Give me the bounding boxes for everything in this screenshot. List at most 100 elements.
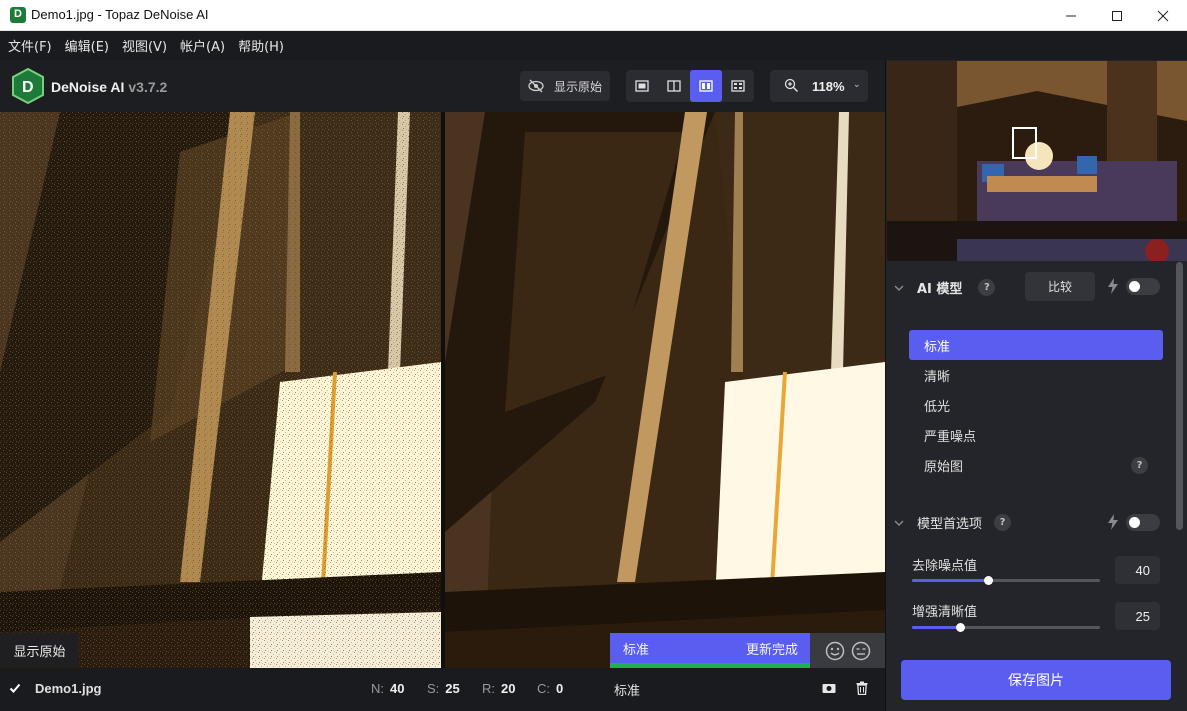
model-item-low-light[interactable]: 低光 bbox=[909, 390, 1163, 420]
neutral-face-icon[interactable] bbox=[851, 641, 871, 661]
model-item-severe-noise[interactable]: 严重噪点 bbox=[909, 420, 1163, 450]
panel-scrollbar[interactable] bbox=[1176, 262, 1183, 530]
original-preview[interactable] bbox=[0, 112, 441, 668]
svg-text:D: D bbox=[22, 79, 34, 96]
menu-bar: 文件(F) 编辑(E) 视图(V) 帐户(A) 帮助(H) bbox=[0, 31, 1187, 60]
app-version: v3.7.2 bbox=[128, 79, 168, 95]
single-view-button[interactable] bbox=[626, 70, 658, 102]
split-view-icon bbox=[667, 80, 681, 92]
model-label-severe-noise: 严重噪点 bbox=[924, 429, 977, 445]
bottom-model-name: 标准 bbox=[614, 684, 641, 699]
trash-icon[interactable] bbox=[856, 681, 868, 695]
navigator-viewport-box[interactable] bbox=[1012, 127, 1037, 159]
model-label-low-light: 低光 bbox=[924, 399, 951, 415]
overlay-status-text: 更新完成 bbox=[745, 643, 798, 658]
compare-button[interactable]: 比较 bbox=[1025, 272, 1095, 301]
model-item-standard[interactable]: 标准 bbox=[909, 330, 1163, 360]
noise-slider-fill bbox=[912, 579, 988, 582]
model-label-standard: 标准 bbox=[924, 339, 951, 355]
brand: DeNoise AI v3.7.2 bbox=[51, 79, 167, 95]
app-icon bbox=[10, 7, 26, 23]
overlay-model-name: 标准 bbox=[623, 643, 650, 658]
chevron-down-icon bbox=[894, 519, 904, 526]
chevron-down-icon: ⌄ bbox=[853, 80, 861, 90]
menu-file[interactable]: 文件(F) bbox=[8, 36, 52, 55]
stat-color-key: C: bbox=[537, 681, 550, 696]
zoom-level: 118% bbox=[812, 79, 845, 94]
menu-view[interactable]: 视图(V) bbox=[122, 36, 167, 55]
minimize-icon bbox=[1066, 15, 1076, 16]
noise-slider-thumb[interactable] bbox=[984, 576, 993, 585]
sharpen-slider-thumb[interactable] bbox=[956, 623, 965, 632]
help-icon[interactable]: ? bbox=[978, 279, 996, 296]
quad-view-button[interactable] bbox=[722, 70, 754, 102]
original-image bbox=[0, 112, 441, 668]
sharpen-slider[interactable] bbox=[912, 623, 1100, 632]
checkmark-icon[interactable] bbox=[9, 682, 21, 694]
maximize-icon bbox=[1112, 10, 1122, 21]
sharpen-value-input[interactable]: 25 bbox=[1115, 602, 1160, 630]
sharpen-slider-fill bbox=[912, 626, 960, 629]
navigator-image bbox=[887, 61, 1187, 261]
title-bar: Demo1.jpg - Topaz DeNoise AI bbox=[0, 0, 1187, 31]
chevron-down-icon bbox=[894, 284, 904, 291]
navigator-thumbnail[interactable] bbox=[887, 61, 1187, 261]
noise-slider[interactable] bbox=[912, 576, 1100, 585]
model-status-overlay: 标准 更新完成 bbox=[610, 633, 810, 668]
feedback-group bbox=[810, 633, 885, 668]
ai-model-title: AI 模型 bbox=[917, 282, 963, 297]
help-icon[interactable]: ? bbox=[1131, 457, 1148, 474]
zoom-control[interactable]: 118% ⌄ bbox=[770, 70, 868, 102]
noise-slider-label: 去除噪点值 bbox=[912, 559, 978, 574]
status-bar: Demo1.jpg N: 40 S: 25 R: 20 C: 0 标准 bbox=[0, 668, 885, 711]
denoise-logo-icon: D bbox=[12, 68, 44, 104]
stat-sharpen: S: 25 bbox=[427, 681, 460, 696]
model-prefs-title: 模型首选项 bbox=[917, 517, 983, 532]
split-view-button[interactable] bbox=[658, 70, 690, 102]
noise-value-input[interactable]: 40 bbox=[1115, 556, 1160, 584]
close-icon bbox=[1157, 10, 1169, 21]
side-by-side-view-icon bbox=[699, 80, 713, 92]
close-button[interactable] bbox=[1140, 0, 1186, 31]
stat-recover: R: 20 bbox=[482, 681, 515, 696]
help-icon[interactable]: ? bbox=[994, 514, 1012, 531]
quad-view-icon bbox=[731, 80, 745, 92]
view-mode-group bbox=[626, 70, 754, 102]
ai-model-auto-toggle[interactable] bbox=[1126, 278, 1160, 295]
lightning-icon bbox=[1108, 514, 1118, 530]
show-original-button[interactable]: 显示原始 bbox=[520, 71, 610, 101]
brand-name: DeNoise AI bbox=[51, 79, 125, 95]
lightning-icon bbox=[1108, 278, 1118, 294]
stat-recover-value: 20 bbox=[501, 681, 516, 696]
maximize-button[interactable] bbox=[1094, 0, 1140, 31]
single-view-icon bbox=[635, 80, 649, 92]
minimize-button[interactable] bbox=[1048, 0, 1094, 31]
sharpen-slider-label: 增强清晰值 bbox=[912, 605, 978, 620]
stat-noise-key: N: bbox=[371, 681, 384, 696]
camera-icon[interactable] bbox=[822, 682, 836, 694]
ai-model-section-header[interactable]: AI 模型 ? bbox=[893, 278, 996, 297]
smile-icon[interactable] bbox=[825, 641, 845, 661]
model-list: 标准 清晰 低光 严重噪点 原始图? bbox=[909, 330, 1163, 480]
model-prefs-section-header[interactable]: 模型首选项 ? bbox=[893, 513, 1012, 532]
original-overlay-label: 显示原始 bbox=[0, 633, 79, 667]
side-by-side-view-button[interactable] bbox=[690, 70, 722, 102]
stat-sharpen-value: 25 bbox=[445, 681, 460, 696]
model-label-raw: 原始图 bbox=[924, 459, 964, 475]
model-item-clear[interactable]: 清晰 bbox=[909, 360, 1163, 390]
file-name: Demo1.jpg bbox=[35, 681, 102, 696]
save-image-button[interactable]: 保存图片 bbox=[901, 660, 1171, 700]
stat-sharpen-key: S: bbox=[427, 681, 440, 696]
stat-color: C: 0 bbox=[537, 681, 563, 696]
stat-color-value: 0 bbox=[556, 681, 564, 696]
window-title: Demo1.jpg - Topaz DeNoise AI bbox=[31, 7, 209, 22]
model-item-raw[interactable]: 原始图? bbox=[909, 450, 1163, 480]
menu-help[interactable]: 帮助(H) bbox=[238, 36, 284, 55]
stat-recover-key: R: bbox=[482, 681, 495, 696]
zoom-in-icon bbox=[784, 78, 799, 93]
model-prefs-auto-toggle[interactable] bbox=[1126, 514, 1160, 531]
menu-edit[interactable]: 编辑(E) bbox=[65, 36, 109, 55]
processed-preview[interactable] bbox=[445, 112, 885, 668]
stat-noise: N: 40 bbox=[371, 681, 404, 696]
menu-account[interactable]: 帐户(A) bbox=[180, 36, 225, 55]
